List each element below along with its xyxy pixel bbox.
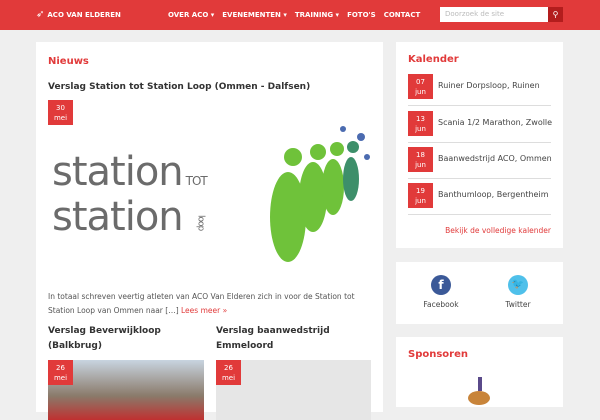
date-month: jun [415,161,426,169]
full-calendar-link[interactable]: Bekijk de volledige kalender [445,226,551,235]
event-name: Baanwedstrijd ACO, Ommen [438,154,552,163]
calendar-event[interactable]: 07 jun Ruiner Dorpsloop, Ruinen [408,70,551,106]
nav-evenementen[interactable]: EVENEMENTEN ▾ [222,11,287,19]
date-day: 07 [416,78,425,86]
date-badge: 07 jun [408,74,433,99]
date-day: 26 [224,364,233,372]
date-badge: 26 mei [48,360,73,385]
search-button[interactable]: ⚲ [548,7,563,22]
date-badge: 18 jun [408,147,433,172]
calendar-event[interactable]: 13 jun Scania 1/2 Marathon, Zwolle [408,107,553,143]
news-heading: Nieuws [48,56,89,67]
date-month: mei [53,374,68,382]
nav-contact[interactable]: CONTACT [384,11,421,19]
facebook-link[interactable]: f Facebook [421,275,461,309]
event-name: Banthumloop, Bergentheim [438,190,549,199]
featured-image[interactable]: station TOT station loop [48,112,371,277]
date-day: 13 [416,115,425,123]
nav-over-aco[interactable]: OVER ACO ▾ [168,11,214,19]
date-day: 19 [416,187,425,195]
calendar-event[interactable]: 19 jun Banthumloop, Bergentheim [408,179,551,215]
site-logo[interactable]: ➶ ACO VAN ELDEREN [36,9,121,20]
facebook-icon: f [431,275,451,295]
social-widget: f Facebook 🐦 Twitter [396,262,563,324]
date-month: mei [221,374,236,382]
event-name: Scania 1/2 Marathon, Zwolle [438,118,553,127]
logo-word-station: station [52,149,184,195]
facebook-label: Facebook [423,300,459,309]
date-day: 26 [56,364,65,372]
featured-excerpt: In totaal schreven veertig atleten van A… [48,292,355,315]
featured-title[interactable]: Verslag Station tot Station Loop (Ommen … [48,79,310,96]
calendar-widget: Kalender 07 jun Ruiner Dorpsloop, Ruinen 1… [396,42,563,248]
sponsors-widget: Sponsoren [396,337,563,407]
date-badge: 13 jun [408,111,433,136]
twitter-icon: 🐦 [508,275,528,295]
sponsor-logo[interactable] [468,377,492,407]
runners-graphic [270,126,370,262]
nav-fotos[interactable]: FOTO'S [347,11,376,19]
post-title[interactable]: Verslag baanwedstrijd Emmeloord [216,324,366,354]
search-icon: ⚲ [552,10,559,19]
news-section: Nieuws Verslag Station tot Station Loop … [36,42,383,420]
date-month: jun [415,88,426,96]
runner-logo-icon: ➶ [36,9,45,20]
date-day: 18 [416,151,425,159]
main-nav: OVER ACO ▾ EVENEMENTEN ▾ TRAINING ▾ FOTO… [168,11,420,19]
calendar-heading: Kalender [408,54,459,65]
post-title[interactable]: Verslag Beverwijkloop (Balkbrug) [48,324,198,354]
date-month: jun [415,125,426,133]
date-month: jun [415,197,426,205]
date-badge: 26 mei [216,360,241,385]
event-name: Ruiner Dorpsloop, Ruinen [438,81,540,90]
twitter-link[interactable]: 🐦 Twitter [498,275,538,309]
search-input[interactable]: Doorzoek de site [440,7,548,22]
header: ➶ ACO VAN ELDEREN OVER ACO ▾ EVENEMENTEN … [0,0,600,30]
nav-training[interactable]: TRAINING ▾ [295,11,339,19]
sponsors-heading: Sponsoren [408,349,469,360]
date-badge: 19 jun [408,183,433,208]
twitter-label: Twitter [505,300,531,309]
read-more-link[interactable]: Lees meer » [181,306,227,315]
calendar-event[interactable]: 18 jun Baanwedstrijd ACO, Ommen [408,143,552,179]
